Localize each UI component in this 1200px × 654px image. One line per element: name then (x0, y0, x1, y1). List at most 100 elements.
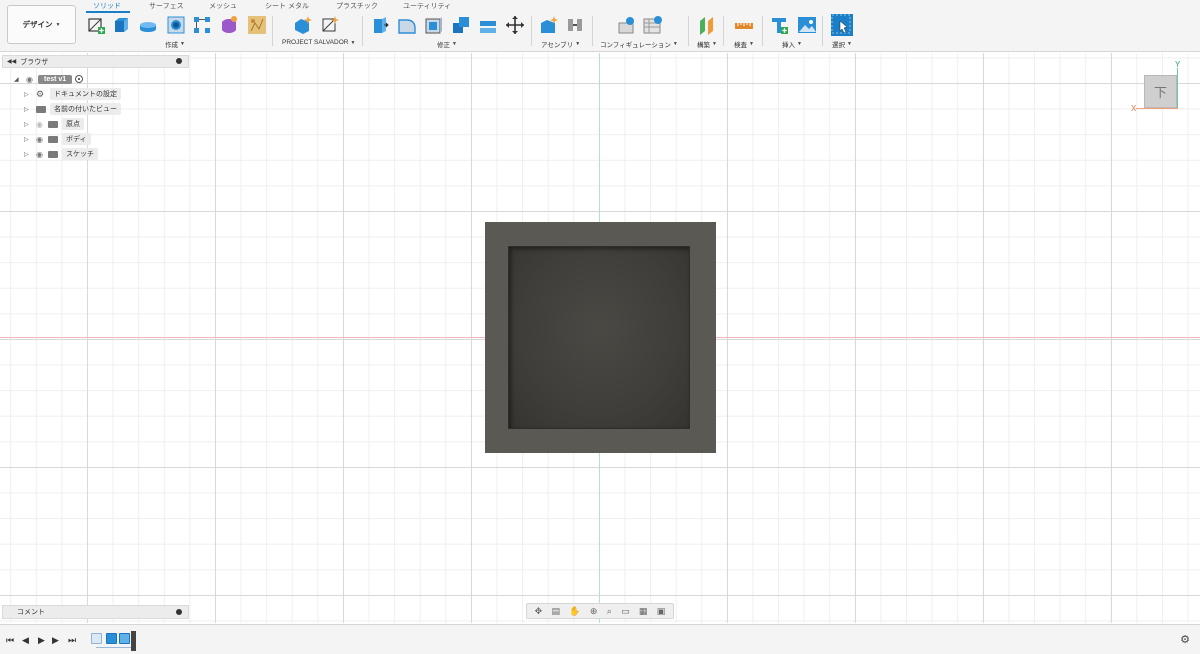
group-select[interactable]: 選択 ▼ (832, 39, 852, 49)
gear-icon[interactable]: ⚙ (1180, 633, 1190, 646)
group-insert[interactable]: 挿入 ▼ (782, 39, 802, 49)
collapsed-triangle-icon[interactable]: ▷ (24, 121, 36, 128)
chevron-down-icon: ▼ (180, 41, 185, 47)
fillet-icon[interactable] (397, 15, 417, 35)
tab-utility[interactable]: ユーティリティ (403, 1, 451, 11)
collapsed-triangle-icon[interactable]: ▷ (24, 136, 36, 143)
group-assemble-label: アセンブリ (541, 42, 574, 49)
measure-icon[interactable] (734, 15, 754, 35)
chevron-down-icon: ▼ (847, 41, 852, 47)
browser-item-sketches[interactable]: ▷ ◉ スケッチ (24, 148, 98, 160)
browser-item-document-settings[interactable]: ▷ ⚙ ドキュメントの設定 (24, 88, 121, 100)
timeline-marker[interactable] (131, 631, 136, 651)
browser-root[interactable]: ◢ ◉ test v1 (14, 73, 84, 85)
model-pocket[interactable] (509, 247, 689, 428)
display-settings-icon[interactable]: ▭ (621, 606, 630, 617)
model-body[interactable] (485, 222, 716, 453)
group-create[interactable]: 作成 ▼ (165, 39, 185, 49)
extrude-icon[interactable] (111, 15, 131, 35)
add-comment-icon[interactable] (176, 609, 182, 615)
browser-title: ブラウザ (20, 58, 49, 66)
activate-radio-icon[interactable] (75, 75, 84, 83)
select-icon[interactable] (831, 14, 853, 36)
grid-settings-icon[interactable]: ▦ (639, 606, 648, 617)
group-project-label: PROJECT SALVADOR (282, 39, 349, 46)
salvador-sketch-icon[interactable] (320, 15, 340, 35)
pattern-icon[interactable] (192, 15, 212, 35)
generative-design-icon[interactable] (247, 15, 267, 35)
tab-plastic[interactable]: プラスチック (336, 1, 378, 11)
expanded-triangle-icon[interactable]: ◢ (14, 76, 26, 83)
browser-item-label: 原点 (62, 118, 84, 130)
zoom-icon[interactable]: ⊕ (590, 606, 598, 617)
viewcube[interactable]: 下 (1144, 75, 1177, 108)
viewports-icon[interactable]: ▣ (657, 606, 666, 617)
orbit-icon[interactable]: ✥ (535, 606, 543, 617)
go-to-end-icon[interactable]: ⏭ (68, 635, 76, 646)
step-forward-icon[interactable]: ▶ (52, 635, 59, 646)
create-form-icon[interactable] (219, 15, 239, 35)
collapsed-triangle-icon[interactable]: ▷ (24, 106, 36, 113)
browser-item-origin[interactable]: ▷ ◉ 原点 (24, 118, 84, 130)
workspace-switcher[interactable]: デザイン ▼ (7, 5, 76, 44)
group-configure-label: コンフィギュレーション (600, 42, 671, 49)
offset-plane-icon[interactable] (697, 15, 717, 35)
salvador-add-icon[interactable] (293, 15, 313, 35)
insert-canvas-icon[interactable] (797, 15, 817, 35)
step-back-icon[interactable]: ◀ (22, 635, 29, 646)
configure-rules-icon[interactable] (643, 15, 663, 35)
canvas-viewport[interactable] (0, 53, 1200, 623)
group-configure[interactable]: コンフィギュレーション ▼ (600, 39, 678, 49)
play-icon[interactable]: ▶ (38, 635, 45, 646)
group-modify[interactable]: 修正 ▼ (437, 39, 457, 49)
configure-table-icon[interactable] (617, 15, 637, 35)
collapsed-triangle-icon[interactable]: ▷ (24, 91, 36, 98)
group-inspect[interactable]: 検査 ▼ (734, 39, 754, 49)
go-to-start-icon[interactable]: ⏮ (6, 635, 14, 646)
revolve-icon[interactable] (138, 15, 158, 35)
hole-icon[interactable] (166, 15, 186, 35)
browser-item-named-views[interactable]: ▷ 名前の付いたビュー (24, 103, 121, 115)
joint-icon[interactable] (565, 15, 585, 35)
browser-item-label: ボディ (62, 133, 91, 145)
browser-panel-header[interactable]: ◀◀ ブラウザ (2, 55, 189, 68)
tab-solid[interactable]: ソリッド (93, 1, 121, 11)
create-sketch-icon[interactable] (86, 15, 106, 35)
browser-item-label: 名前の付いたビュー (50, 103, 121, 115)
browser-item-bodies[interactable]: ▷ ◉ ボディ (24, 133, 91, 145)
collapsed-triangle-icon[interactable]: ▷ (24, 151, 36, 158)
timeline-extrude-icon[interactable] (106, 633, 117, 644)
look-at-icon[interactable]: ▤ (552, 606, 561, 617)
timeline: ⏮ ◀ ▶ ▶ ⏭ ⚙ (0, 624, 1200, 654)
chevron-down-icon: ▼ (55, 21, 61, 28)
timeline-extrude-icon[interactable] (119, 633, 130, 644)
group-assemble[interactable]: アセンブリ ▼ (541, 39, 580, 49)
eye-icon[interactable]: ◉ (26, 75, 38, 84)
move-icon[interactable] (505, 15, 525, 35)
split-body-icon[interactable] (478, 15, 498, 35)
new-component-icon[interactable] (539, 15, 559, 35)
separator (762, 16, 763, 46)
pin-icon[interactable] (176, 58, 182, 64)
chevron-down-icon: ▼ (797, 41, 802, 47)
group-construct-label: 構築 (697, 42, 710, 49)
fit-icon[interactable]: ⌕ (607, 606, 612, 617)
tab-mesh[interactable]: メッシュ (209, 1, 237, 11)
comments-panel[interactable]: コメント (2, 605, 189, 619)
eye-hidden-icon[interactable]: ◉ (36, 120, 48, 129)
timeline-sketch-icon[interactable] (91, 633, 102, 644)
combine-icon[interactable] (451, 15, 471, 35)
eye-icon[interactable]: ◉ (36, 150, 48, 159)
group-project-salvador[interactable]: PROJECT SALVADOR ▼ (282, 39, 355, 46)
insert-derive-icon[interactable] (770, 15, 790, 35)
separator (531, 16, 532, 46)
timeline-group-line (96, 647, 132, 648)
tab-sheet-metal[interactable]: シート メタル (265, 1, 309, 11)
tab-surface[interactable]: サーフェス (149, 1, 184, 11)
eye-icon[interactable]: ◉ (36, 135, 48, 144)
group-construct[interactable]: 構築 ▼ (697, 39, 717, 49)
shell-icon[interactable] (424, 15, 444, 35)
press-pull-icon[interactable] (370, 15, 390, 35)
pan-icon[interactable]: ✋ (569, 606, 580, 617)
collapse-icon[interactable]: ◀◀ (7, 58, 16, 65)
